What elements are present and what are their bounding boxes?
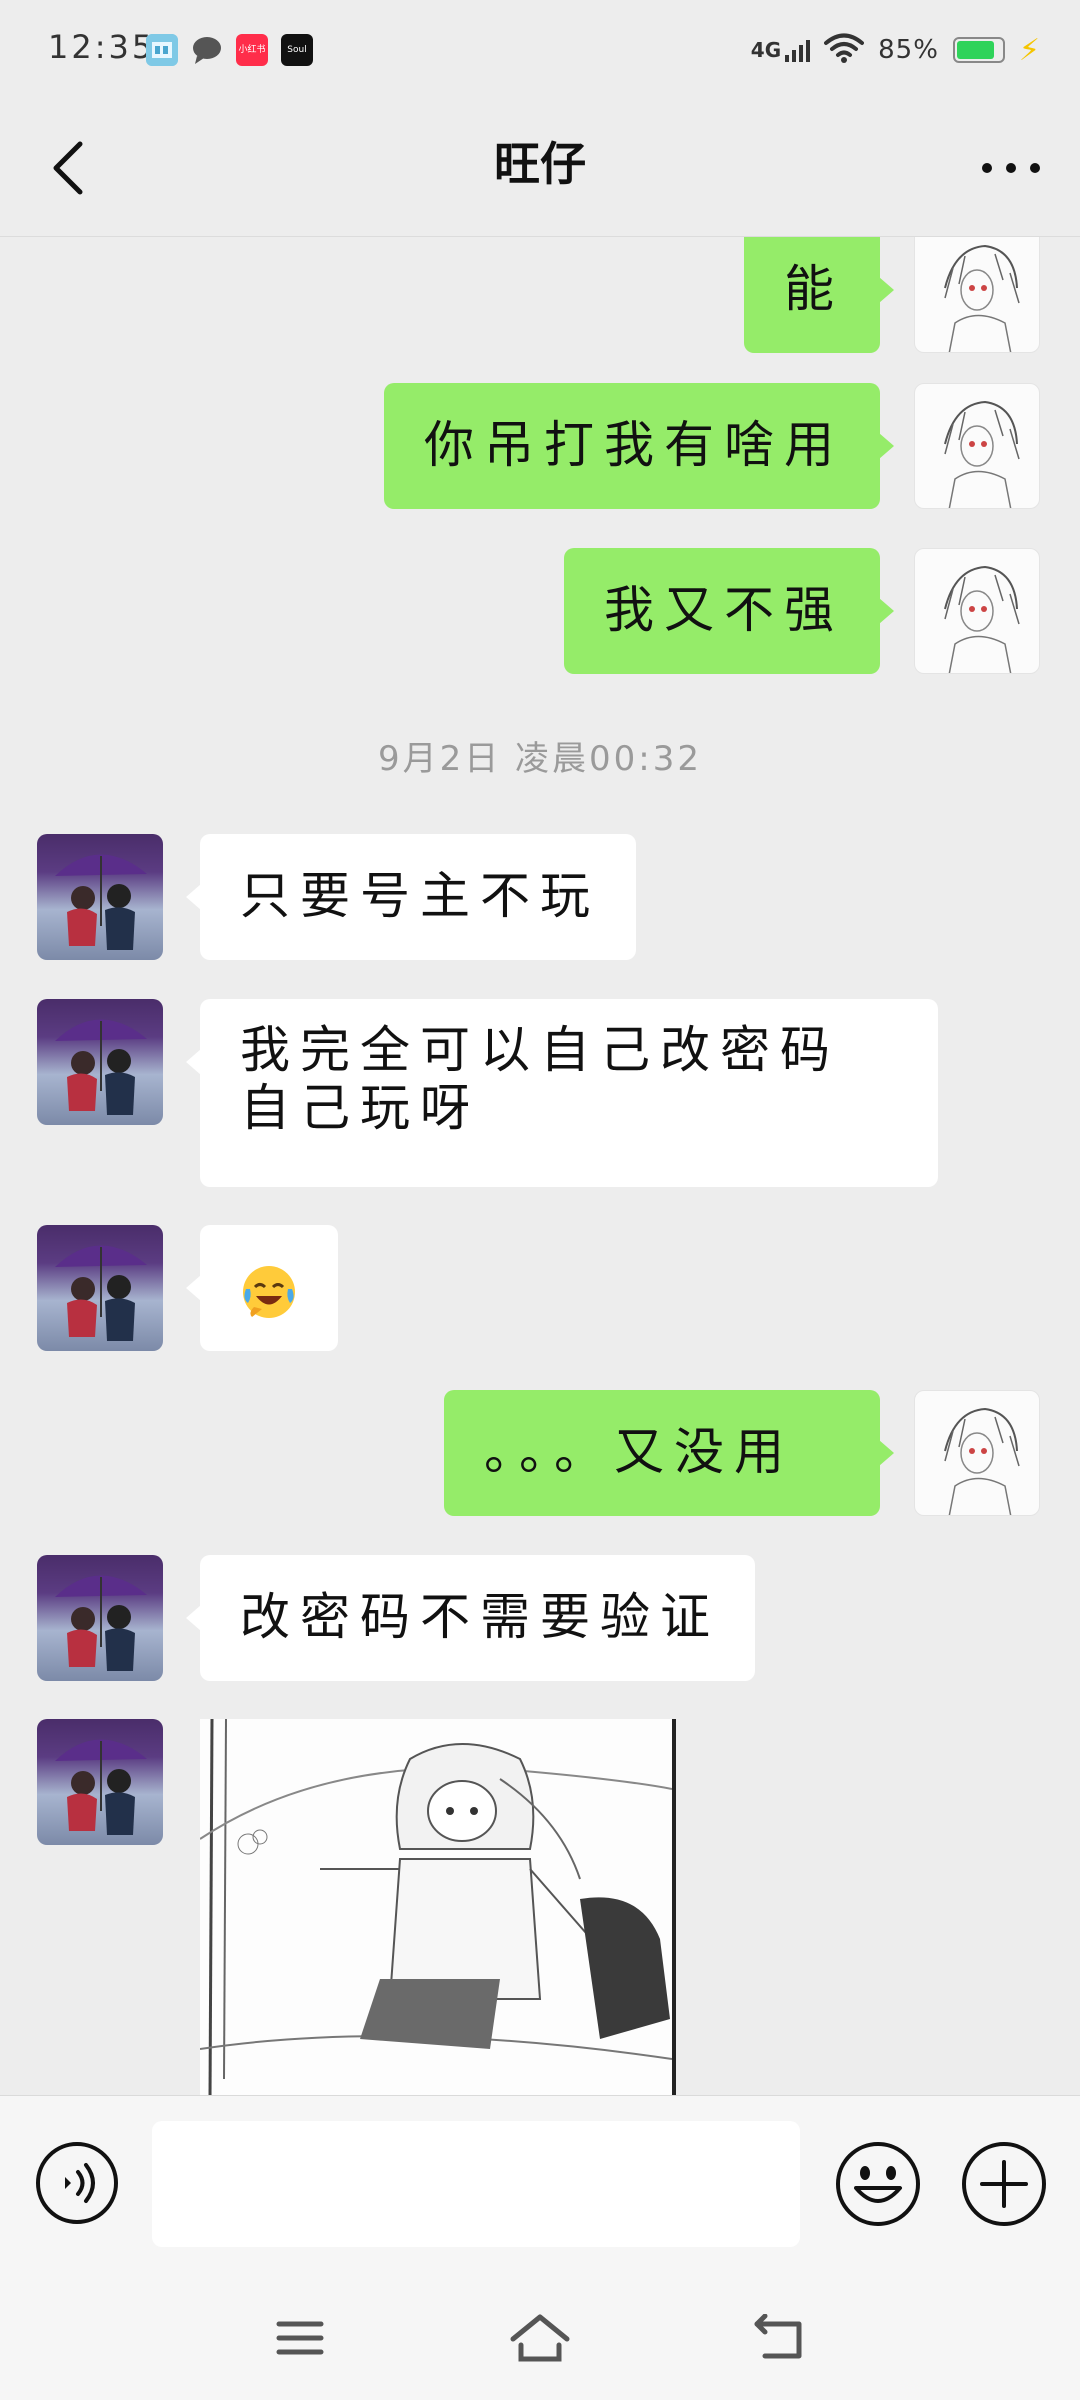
avatar-friend[interactable]	[37, 834, 163, 960]
avatar-me-image	[944, 244, 1020, 352]
message-text: 改密码不需要验证	[240, 1588, 720, 1646]
input-bar	[0, 2095, 1080, 2271]
message-text: 。。。又没用	[484, 1423, 794, 1481]
emoji-icon[interactable]	[834, 2140, 922, 2228]
message-bubble-in[interactable]: 我完全可以自己改密码自己玩呀	[186, 999, 938, 1187]
chat-title: 旺仔	[494, 137, 586, 191]
avatar-friend[interactable]	[37, 1225, 163, 1351]
chevron-left-icon	[53, 141, 83, 195]
menu-icon	[276, 2321, 324, 2355]
message-bubble-out[interactable]: 你吊打我有啥用	[384, 383, 894, 509]
avatar-me[interactable]	[914, 237, 1040, 353]
menu-button[interactable]	[260, 2298, 340, 2378]
message-text: 我完全可以自己改密码自己玩呀	[240, 1021, 840, 1137]
avatar-friend-image	[55, 1575, 147, 1671]
battery-fill	[956, 41, 994, 59]
plus-icon[interactable]	[960, 2140, 1048, 2228]
avatar-me-image	[944, 400, 1020, 508]
chat-header: 旺仔	[0, 100, 1080, 237]
status-time: 12:35	[48, 28, 156, 66]
more-button[interactable]	[966, 130, 1056, 206]
chat-bubble-icon	[191, 34, 223, 66]
message-text: 能	[784, 260, 844, 318]
message-bubble-out[interactable]: 我又不强	[564, 548, 894, 674]
avatar-friend[interactable]	[37, 1719, 163, 1845]
status-bar: 12:35 小红书 Soul 4G 85% ⚡	[0, 0, 1080, 100]
avatar-me-image	[944, 565, 1020, 673]
home-button[interactable]	[500, 2298, 580, 2378]
message-bubble-in[interactable]	[186, 1225, 338, 1351]
avatar-me[interactable]	[914, 548, 1040, 674]
laughing-crying-emoji-icon	[243, 1266, 295, 1318]
home-icon	[510, 2314, 570, 2362]
avatar-friend[interactable]	[37, 1555, 163, 1681]
charging-bolt-icon: ⚡	[1018, 32, 1040, 68]
avatar-friend-image	[55, 1019, 147, 1115]
back-nav-button[interactable]	[740, 2298, 820, 2378]
anime-sticker-image	[200, 1719, 672, 2095]
app-icon-1	[146, 34, 178, 66]
back-button[interactable]	[30, 130, 106, 206]
message-bubble-out[interactable]: 。。。又没用	[444, 1390, 894, 1516]
message-timestamp: 9月2日 凌晨00:32	[377, 739, 703, 779]
back-nav-icon	[754, 2314, 802, 2359]
status-right: 4G 85% ⚡	[751, 28, 1040, 72]
voice-icon[interactable]	[34, 2140, 120, 2226]
system-nav-bar	[0, 2270, 1080, 2400]
network-type: 4G	[750, 38, 782, 62]
chat-area[interactable]: 能 你吊打我有啥用 我又不强 9月2日 凌晨00:32 只要号主不玩 我完全可以…	[0, 237, 1080, 2095]
message-text: 我又不强	[604, 581, 844, 639]
avatar-friend[interactable]	[37, 999, 163, 1125]
avatar-me[interactable]	[914, 1390, 1040, 1516]
more-dots-icon	[982, 163, 1040, 173]
wifi-icon	[824, 32, 865, 68]
avatar-friend-image	[55, 1245, 147, 1341]
cellular-signal: 4G	[750, 38, 811, 62]
battery-percent: 85%	[878, 35, 939, 65]
avatar-me-image	[944, 1407, 1020, 1515]
battery-icon	[952, 37, 1005, 63]
avatar-friend-image	[55, 1739, 147, 1835]
avatar-friend-image	[55, 854, 147, 950]
soul-icon: Soul	[281, 34, 313, 66]
xiaohongshu-icon: 小红书	[236, 34, 268, 66]
image-message[interactable]	[200, 1719, 676, 2095]
message-input[interactable]	[152, 2121, 800, 2247]
message-bubble-in[interactable]: 改密码不需要验证	[186, 1555, 755, 1681]
avatar-me[interactable]	[914, 383, 1040, 509]
message-bubble-in[interactable]: 只要号主不玩	[186, 834, 636, 960]
message-bubble-out[interactable]: 能	[744, 237, 894, 353]
message-text: 只要号主不玩	[240, 867, 600, 925]
message-text: 你吊打我有啥用	[424, 416, 844, 474]
signal-bars-icon	[785, 40, 811, 62]
